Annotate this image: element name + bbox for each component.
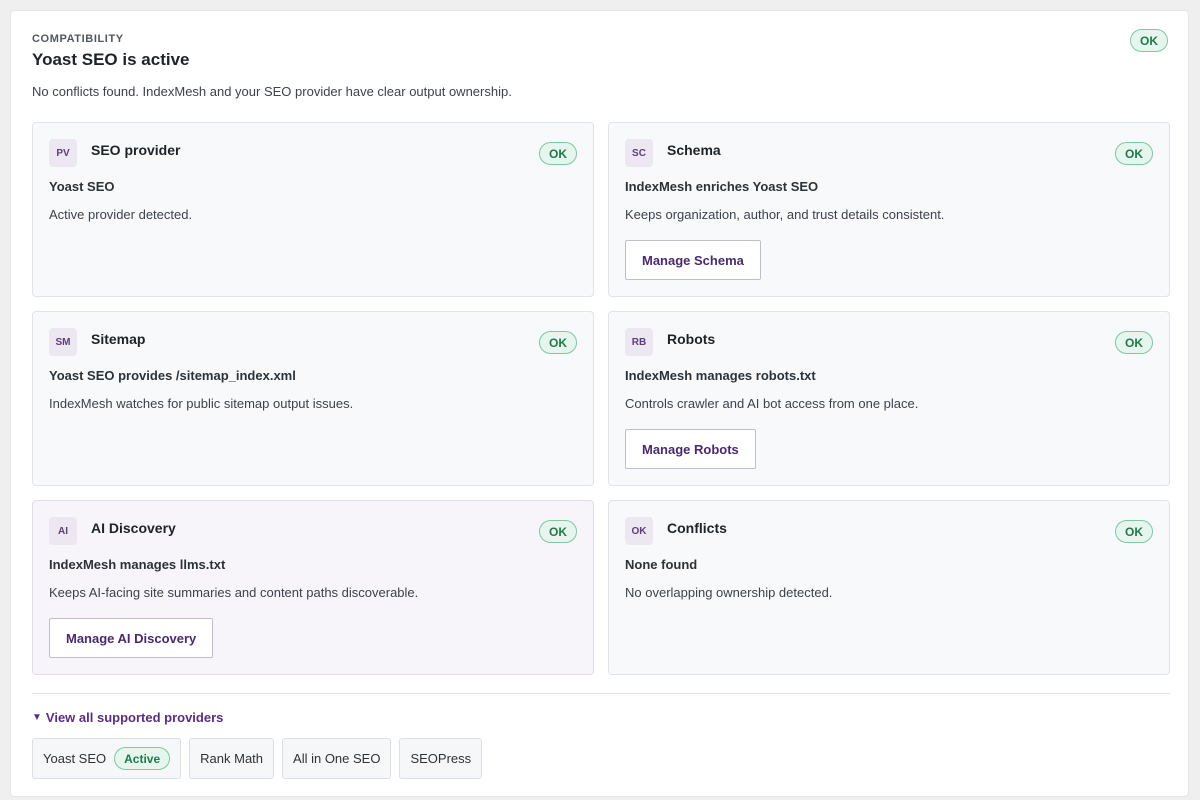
view-providers-toggle[interactable]: ▼ View all supported providers (32, 710, 223, 725)
card-subtitle: None found (625, 557, 698, 572)
card-title: Conflicts (667, 520, 727, 536)
section-divider (32, 693, 1170, 694)
card-description: IndexMesh watches for public sitemap out… (49, 396, 354, 411)
card-subtitle: Yoast SEO provides /sitemap_index.xml (49, 368, 296, 383)
provider-name: SEOPress (410, 751, 472, 766)
card-description: Controls crawler and AI bot access from … (625, 396, 919, 411)
page-title: Yoast SEO is active (32, 50, 190, 69)
card-subtitle: IndexMesh enriches Yoast SEO (625, 179, 819, 194)
compatibility-panel: COMPATIBILITY Yoast SEO is active OK No … (10, 10, 1189, 797)
status-badge: OK (539, 520, 577, 543)
manage-robots-button[interactable]: Manage Robots (625, 429, 756, 469)
card-title: SEO provider (91, 142, 181, 158)
view-providers-label: View all supported providers (45, 710, 224, 725)
provider-list: Yoast SEO Active Rank Math All in One SE… (32, 738, 483, 779)
card-conflicts: OK Conflicts OK None found No overlappin… (608, 500, 1170, 675)
status-summary: No conflicts found. IndexMesh and your S… (32, 84, 512, 99)
card-subtitle: IndexMesh manages robots.txt (625, 368, 816, 383)
card-description: Active provider detected. (49, 207, 193, 222)
status-badge: OK (539, 331, 577, 354)
provider-name: All in One SEO (293, 751, 381, 766)
robots-icon: RB (625, 328, 653, 356)
provider-name: Rank Math (200, 751, 264, 766)
card-robots: RB Robots OK IndexMesh manages robots.tx… (608, 311, 1170, 486)
status-badge: OK (1115, 520, 1153, 543)
status-badge: OK (1115, 331, 1153, 354)
provider-chip-seopress: SEOPress (399, 738, 483, 779)
ai-discovery-icon: AI (49, 517, 77, 545)
provider-chip-all-in-one-seo: All in One SEO (282, 738, 392, 779)
overall-status-badge: OK (1130, 29, 1168, 52)
status-badge: OK (539, 142, 577, 165)
status-badge: OK (1115, 142, 1153, 165)
provider-chip-rank-math: Rank Math (189, 738, 275, 779)
conflicts-icon: OK (625, 517, 653, 545)
card-sitemap: SM Sitemap OK Yoast SEO provides /sitema… (32, 311, 594, 486)
manage-ai-discovery-button[interactable]: Manage AI Discovery (49, 618, 214, 658)
section-eyebrow: COMPATIBILITY (32, 33, 124, 45)
card-description: Keeps organization, author, and trust de… (625, 207, 945, 222)
card-title: Robots (667, 331, 716, 347)
card-title: Sitemap (91, 331, 146, 347)
card-subtitle: Yoast SEO (49, 179, 115, 194)
card-subtitle: IndexMesh manages llms.txt (49, 557, 226, 572)
schema-icon: SC (625, 139, 653, 167)
card-schema: SC Schema OK IndexMesh enriches Yoast SE… (608, 122, 1170, 297)
card-ai-discovery: AI AI Discovery OK IndexMesh manages llm… (32, 500, 594, 675)
caret-down-icon: ▼ (32, 712, 42, 723)
card-title: AI Discovery (91, 520, 176, 536)
card-description: Keeps AI-facing site summaries and conte… (49, 585, 419, 600)
sitemap-icon: SM (49, 328, 77, 356)
seo-provider-icon: PV (49, 139, 77, 167)
active-badge: Active (114, 747, 171, 770)
card-title: Schema (667, 142, 721, 158)
provider-chip-yoast: Yoast SEO Active (32, 738, 182, 779)
card-seo-provider: PV SEO provider OK Yoast SEO Active prov… (32, 122, 594, 297)
card-description: No overlapping ownership detected. (625, 585, 833, 600)
manage-schema-button[interactable]: Manage Schema (625, 240, 761, 280)
provider-name: Yoast SEO (43, 751, 107, 766)
